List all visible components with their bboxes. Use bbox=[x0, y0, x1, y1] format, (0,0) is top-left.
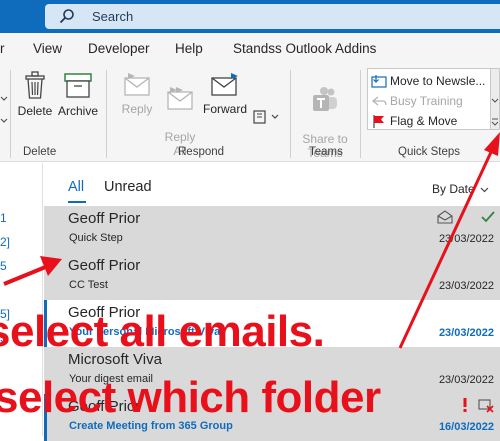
arrow-to-quick-step bbox=[398, 132, 500, 349]
arrow-to-email-list bbox=[3, 256, 62, 286]
instruction-text-line1: select all emails. bbox=[0, 307, 325, 356]
annotation-arrows bbox=[3, 132, 500, 349]
instruction-text-line2: select which folder bbox=[0, 373, 381, 422]
